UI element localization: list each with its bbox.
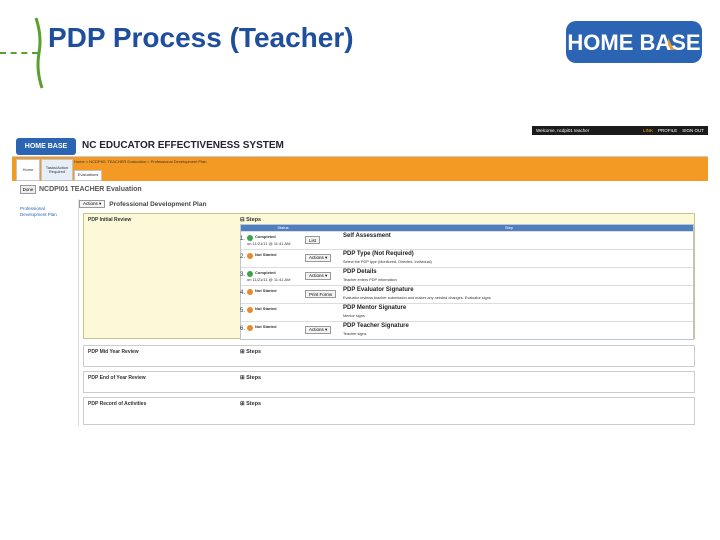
main-content: Done NCDPI01 TEACHER Evaluation Professi… xyxy=(12,182,708,426)
table-row: 1. Completed on 11/21/11 @ 11:41 AM List… xyxy=(240,231,693,249)
step-description: Teacher enters PDP information xyxy=(343,278,397,282)
tab-tasks[interactable]: Tasks/Action Required xyxy=(41,159,73,181)
status-dot-icon xyxy=(247,325,253,331)
step-cell: Self Assessment xyxy=(339,232,693,249)
step-title[interactable]: PDP Type (Not Required) xyxy=(343,251,414,257)
step-title[interactable]: PDP Teacher Signature xyxy=(343,323,409,329)
sidebar-item-pdp[interactable]: Professional Development Plan xyxy=(20,206,72,218)
action-cell: List xyxy=(303,232,339,249)
step-title[interactable]: PDP Evaluator Signature xyxy=(343,287,414,293)
actions-button[interactable]: Actions ▾ xyxy=(305,272,332,280)
section-end-of-year-review: PDP End of Year Review ⊞ Steps xyxy=(83,371,695,393)
breadcrumb: Home > NCDPI01 TEACHER Evaluation > Prof… xyxy=(74,159,207,164)
step-cell: PDP Evaluator Signature Evaluator review… xyxy=(339,286,693,303)
step-title[interactable]: PDP Details xyxy=(343,269,377,275)
table-row: 5. Not Started PDP Mentor Signature Ment… xyxy=(240,303,693,321)
status-text: Not Started xyxy=(255,306,277,311)
app-screenshot: Welcome, ncdpi01 teacher LINK PROFILE SI… xyxy=(12,126,708,426)
section-label: PDP Record of Activities xyxy=(88,401,147,407)
actions-button[interactable]: Actions ▾ xyxy=(305,254,332,262)
status-date: on 11/21/11 @ 11:41 AM xyxy=(247,277,291,282)
status-cell: Completed on 11/21/11 @ 11:41 AM xyxy=(241,232,303,249)
status-dot-icon xyxy=(247,307,253,313)
status-text: Completed xyxy=(255,270,276,275)
bracket-divider xyxy=(34,17,44,89)
steps-label: Steps xyxy=(246,401,262,407)
status-cell: Not Started xyxy=(241,304,303,321)
step-description: Select the PDP type (Monitored, Directed… xyxy=(343,260,432,264)
status-date: on 11/21/11 @ 11:41 AM xyxy=(247,241,291,246)
steps-label: Steps xyxy=(246,217,262,223)
app-logo[interactable]: HOME BASE xyxy=(16,138,76,155)
status-cell: Completed on 11/21/11 @ 11:41 AM xyxy=(241,268,303,285)
section-label: PDP Initial Review xyxy=(88,217,132,223)
status-cell: Not Started xyxy=(241,250,303,267)
step-title[interactable]: PDP Mentor Signature xyxy=(343,305,406,311)
home-base-logo: HOME BASE xyxy=(566,21,702,63)
app-banner: HOME BASE NC EDUCATOR EFFECTIVENESS SYST… xyxy=(12,136,708,157)
profile-link[interactable]: PROFILE xyxy=(658,128,677,133)
step-cell: PDP Mentor Signature Mentor signs xyxy=(339,304,693,321)
decorative-dashed-line xyxy=(0,52,38,54)
section-label: PDP End of Year Review xyxy=(88,375,146,381)
section-initial-review: PDP Initial Review ⊟ Steps Status Step 1… xyxy=(83,213,695,340)
system-title: NC EDUCATOR EFFECTIVENESS SYSTEM xyxy=(82,140,284,151)
steps-toggle[interactable]: ⊞ Steps xyxy=(240,375,261,381)
tab-home[interactable]: Home xyxy=(16,159,40,181)
tab-evaluations[interactable]: Evaluations xyxy=(74,170,102,181)
slide-title: PDP Process (Teacher) xyxy=(48,22,354,53)
steps-label: Steps xyxy=(246,375,262,381)
actions-button[interactable]: Actions ▾ xyxy=(305,326,332,334)
status-cell: Not Started xyxy=(241,322,303,339)
step-description: Evaluator reviews teacher submission and… xyxy=(343,296,491,300)
steps-toggle[interactable]: ⊟ Steps xyxy=(240,217,261,223)
print-forms-button[interactable]: Print Forms xyxy=(305,290,337,298)
action-cell: Actions ▾ xyxy=(303,322,339,339)
step-cell: PDP Teacher Signature Teacher signs xyxy=(339,322,693,339)
steps-label: Steps xyxy=(246,349,262,355)
table-row: 6. Not Started Actions ▾ PDP Teacher Sig… xyxy=(240,321,693,339)
status-text: Not Started xyxy=(255,324,277,329)
panel-title: Professional Development Plan xyxy=(109,200,207,208)
step-description: Teacher signs xyxy=(343,332,367,336)
action-cell xyxy=(303,304,339,321)
action-cell: Print Forms xyxy=(303,286,339,303)
welcome-text: Welcome, ncdpi01 teacher xyxy=(536,128,590,133)
section-mid-year-review: PDP Mid Year Review ⊞ Steps xyxy=(83,345,695,367)
steps-toggle[interactable]: ⊞ Steps xyxy=(240,401,261,407)
done-button[interactable]: Done xyxy=(20,185,36,194)
pdp-panel: Actions ▾ Professional Development Plan … xyxy=(78,199,698,426)
table-row: 4. Not Started Print Forms PDP Evaluator… xyxy=(240,285,693,303)
status-dot-icon xyxy=(247,253,253,259)
step-description: Mentor signs xyxy=(343,314,365,318)
status-text: Not Started xyxy=(255,288,277,293)
step-title[interactable]: Self Assessment xyxy=(343,233,391,239)
link-link[interactable]: LINK xyxy=(643,128,653,133)
evaluation-title: NCDPI01 TEACHER Evaluation xyxy=(39,186,142,193)
status-dot-icon xyxy=(247,289,253,295)
steps-toggle[interactable]: ⊞ Steps xyxy=(240,349,261,355)
sign-out-link[interactable]: SIGN OUT xyxy=(682,128,704,133)
table-row: 3. Completed on 11/21/11 @ 11:41 AM Acti… xyxy=(240,267,693,285)
svg-text:HOME BASE: HOME BASE xyxy=(567,30,700,55)
action-cell: Actions ▾ xyxy=(303,268,339,285)
status-text: Completed xyxy=(255,234,276,239)
action-cell: Actions ▾ xyxy=(303,250,339,267)
table-row: 2. Not Started Actions ▾ PDP Type (Not R… xyxy=(240,249,693,267)
section-label: PDP Mid Year Review xyxy=(88,349,139,355)
list-button[interactable]: List xyxy=(305,236,321,244)
top-user-bar: Welcome, ncdpi01 teacher LINK PROFILE SI… xyxy=(532,126,708,135)
status-text: Not Started xyxy=(255,252,277,257)
status-cell: Not Started xyxy=(241,286,303,303)
step-cell: PDP Type (Not Required) Select the PDP t… xyxy=(339,250,693,267)
panel-header: Actions ▾ Professional Development Plan xyxy=(79,199,699,209)
actions-dropdown[interactable]: Actions ▾ xyxy=(79,200,106,208)
step-cell: PDP Details Teacher enters PDP informati… xyxy=(339,268,693,285)
steps-table: Status Step 1. Completed on 11/21/11 @ 1… xyxy=(240,224,694,340)
section-record-of-activities: PDP Record of Activities ⊞ Steps xyxy=(83,397,695,425)
nav-bar: Home Tasks/Action Required Evaluations H… xyxy=(12,157,708,181)
